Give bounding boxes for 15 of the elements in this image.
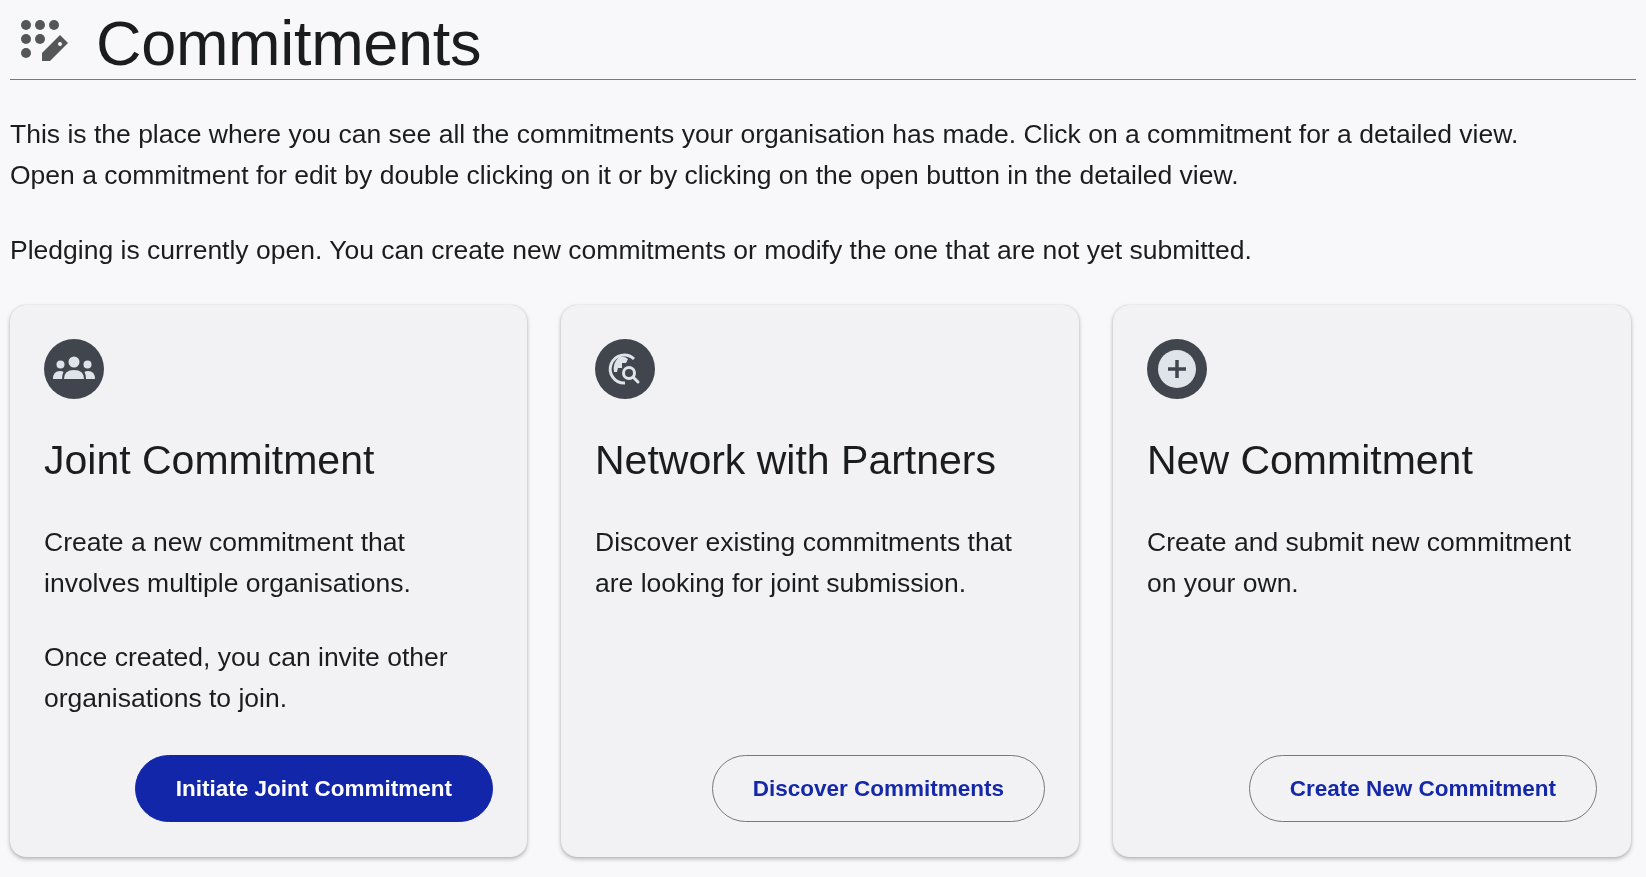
card-title: New Commitment — [1147, 436, 1474, 485]
card-description: Create a new commitment that involves multiple organisations. — [44, 526, 412, 600]
people-group-icon — [44, 339, 104, 399]
intro-text: Open a commitment for edit by double clicking on it or by clicking on the open button in the detailed view. — [10, 159, 1240, 192]
status-text: Pledging is currently open. You can create new commitments or modify the one that are not yet submitted. — [10, 234, 1253, 267]
card-title: Network with Partners — [595, 436, 997, 485]
globe-search-icon — [595, 339, 655, 399]
card-title: Joint Commitment — [44, 436, 376, 485]
primary-button[interactable]: Initiate Joint Commitment — [134, 755, 493, 822]
card-description: Create and submit new commitment on your own. — [1147, 526, 1573, 600]
plus-circle-icon — [1147, 339, 1207, 399]
card-description: Once created, you can invite other organisations to join. — [44, 641, 449, 715]
page-title: Commitments — [96, 6, 482, 79]
card-description: Discover existing commitments that are looking for joint submission. — [595, 526, 1013, 600]
intro-text: This is the place where you can see all the commitments your organisation has made. Click on a commitment for a detailed view. — [10, 118, 1520, 151]
